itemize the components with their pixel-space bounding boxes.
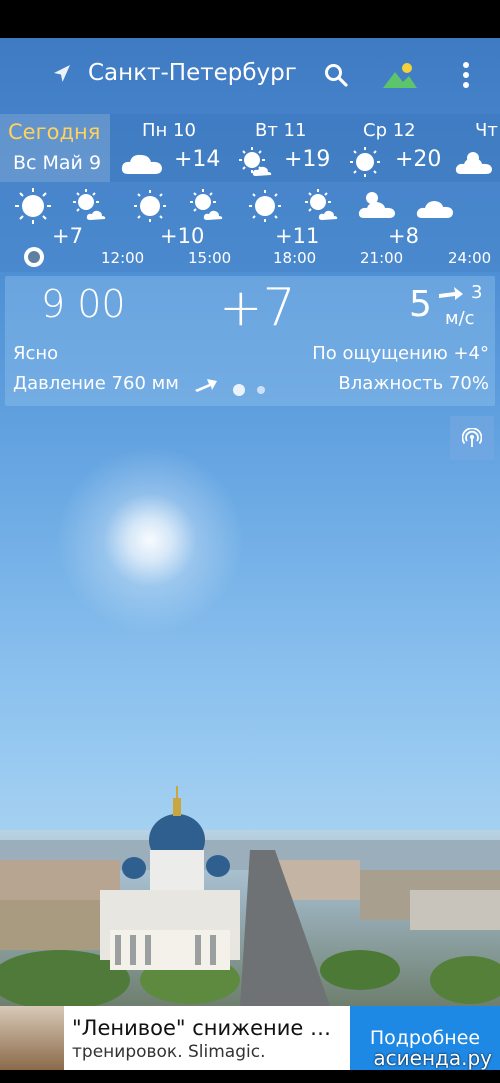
- page-dot-active: [233, 384, 245, 396]
- day-name: Вт 11: [255, 120, 307, 141]
- hour-time: 15:00: [188, 249, 232, 267]
- wind-speed: 5: [409, 284, 432, 325]
- daily-forecast-row: Сегодня Вс Май 9 Пн 10 +14 Вт 11 +19 Ср …: [0, 114, 500, 182]
- hour-time: 24:00: [448, 249, 492, 267]
- today-label: Сегодня: [8, 120, 101, 144]
- cloud-icon: [416, 201, 453, 218]
- navigation-bar: [0, 1070, 500, 1083]
- day-name: Ср 12: [363, 120, 416, 141]
- sun-cloud-icon: [305, 189, 338, 220]
- hour-time: 21:00: [360, 249, 404, 267]
- hour-temp: +10: [160, 224, 205, 248]
- search-icon[interactable]: [323, 62, 349, 88]
- location-arrow-icon[interactable]: [50, 62, 74, 86]
- more-vert-icon[interactable]: [456, 60, 476, 90]
- pressure: Давление 760 мм: [13, 373, 179, 394]
- app-header: Санкт-Петербург: [0, 38, 500, 114]
- watermark: асиенда.ру: [373, 1046, 492, 1070]
- current-hour-indicator: [24, 247, 44, 267]
- page-indicator: [231, 382, 281, 398]
- sun-icon: [134, 190, 166, 222]
- pressure-trend-icon: [195, 379, 217, 392]
- day-item[interactable]: Вт 11 +19: [232, 114, 342, 182]
- sun-cloud-icon: [455, 152, 492, 174]
- hour-time: 12:00: [101, 249, 145, 267]
- ad-title[interactable]: "Ленивое" снижение веса: [72, 1016, 342, 1040]
- day-temp: +19: [284, 147, 331, 172]
- current-temperature: +7: [219, 278, 296, 338]
- hour-temp: +11: [275, 224, 320, 248]
- today-date: Вс Май 9: [13, 152, 102, 174]
- sun-cloud-icon: [358, 192, 395, 218]
- hourly-forecast[interactable]: +7 +10 +11 +8 12:00 15:00 18:00 21:00 24…: [0, 182, 500, 272]
- landscape-icon[interactable]: [381, 60, 419, 90]
- day-name: Пн 10: [142, 120, 196, 141]
- day-name: Чт: [475, 120, 498, 141]
- day-temp: +20: [395, 147, 442, 172]
- day-temp: +14: [174, 147, 221, 172]
- current-time: 9 00: [41, 282, 126, 326]
- status-bar: [0, 0, 500, 38]
- wind-gust: 3: [471, 282, 483, 303]
- day-item[interactable]: Ср 12 +20: [345, 114, 455, 182]
- wind-unit: м/с: [445, 308, 475, 329]
- tab-today[interactable]: Сегодня Вс Май 9: [0, 114, 110, 182]
- radar-button[interactable]: [450, 416, 494, 460]
- broadcast-icon: [462, 428, 482, 447]
- current-conditions-panel[interactable]: 9 00 +7 5 3 м/с Ясно По ощущению +4° Дав…: [5, 276, 495, 406]
- city-panorama-image: [0, 786, 500, 1006]
- cloud-icon: [121, 154, 162, 174]
- sun-icon: [350, 147, 380, 177]
- sun-cloud-icon: [190, 189, 223, 220]
- wind-direction-icon: [439, 287, 463, 300]
- day-item[interactable]: Чт: [455, 114, 500, 182]
- ad-subtitle[interactable]: тренировок. Slimagic.: [72, 1042, 265, 1062]
- city-name[interactable]: Санкт-Петербург: [88, 60, 297, 86]
- sun-glow: [40, 430, 260, 650]
- sun-cloud-icon: [73, 189, 106, 220]
- sun-icon: [15, 188, 51, 224]
- ad-image[interactable]: [0, 1006, 64, 1070]
- feels-like: По ощущению +4°: [312, 343, 489, 364]
- day-item[interactable]: Пн 10 +14: [118, 114, 228, 182]
- humidity: Влажность 70%: [338, 373, 489, 394]
- hour-temp: +7: [52, 224, 83, 248]
- page-dot: [257, 386, 265, 394]
- sun-cloud-icon: [239, 147, 272, 176]
- hour-temp: +8: [388, 224, 419, 248]
- hour-time: 18:00: [273, 249, 317, 267]
- sun-icon: [249, 190, 281, 222]
- weather-condition: Ясно: [13, 343, 59, 364]
